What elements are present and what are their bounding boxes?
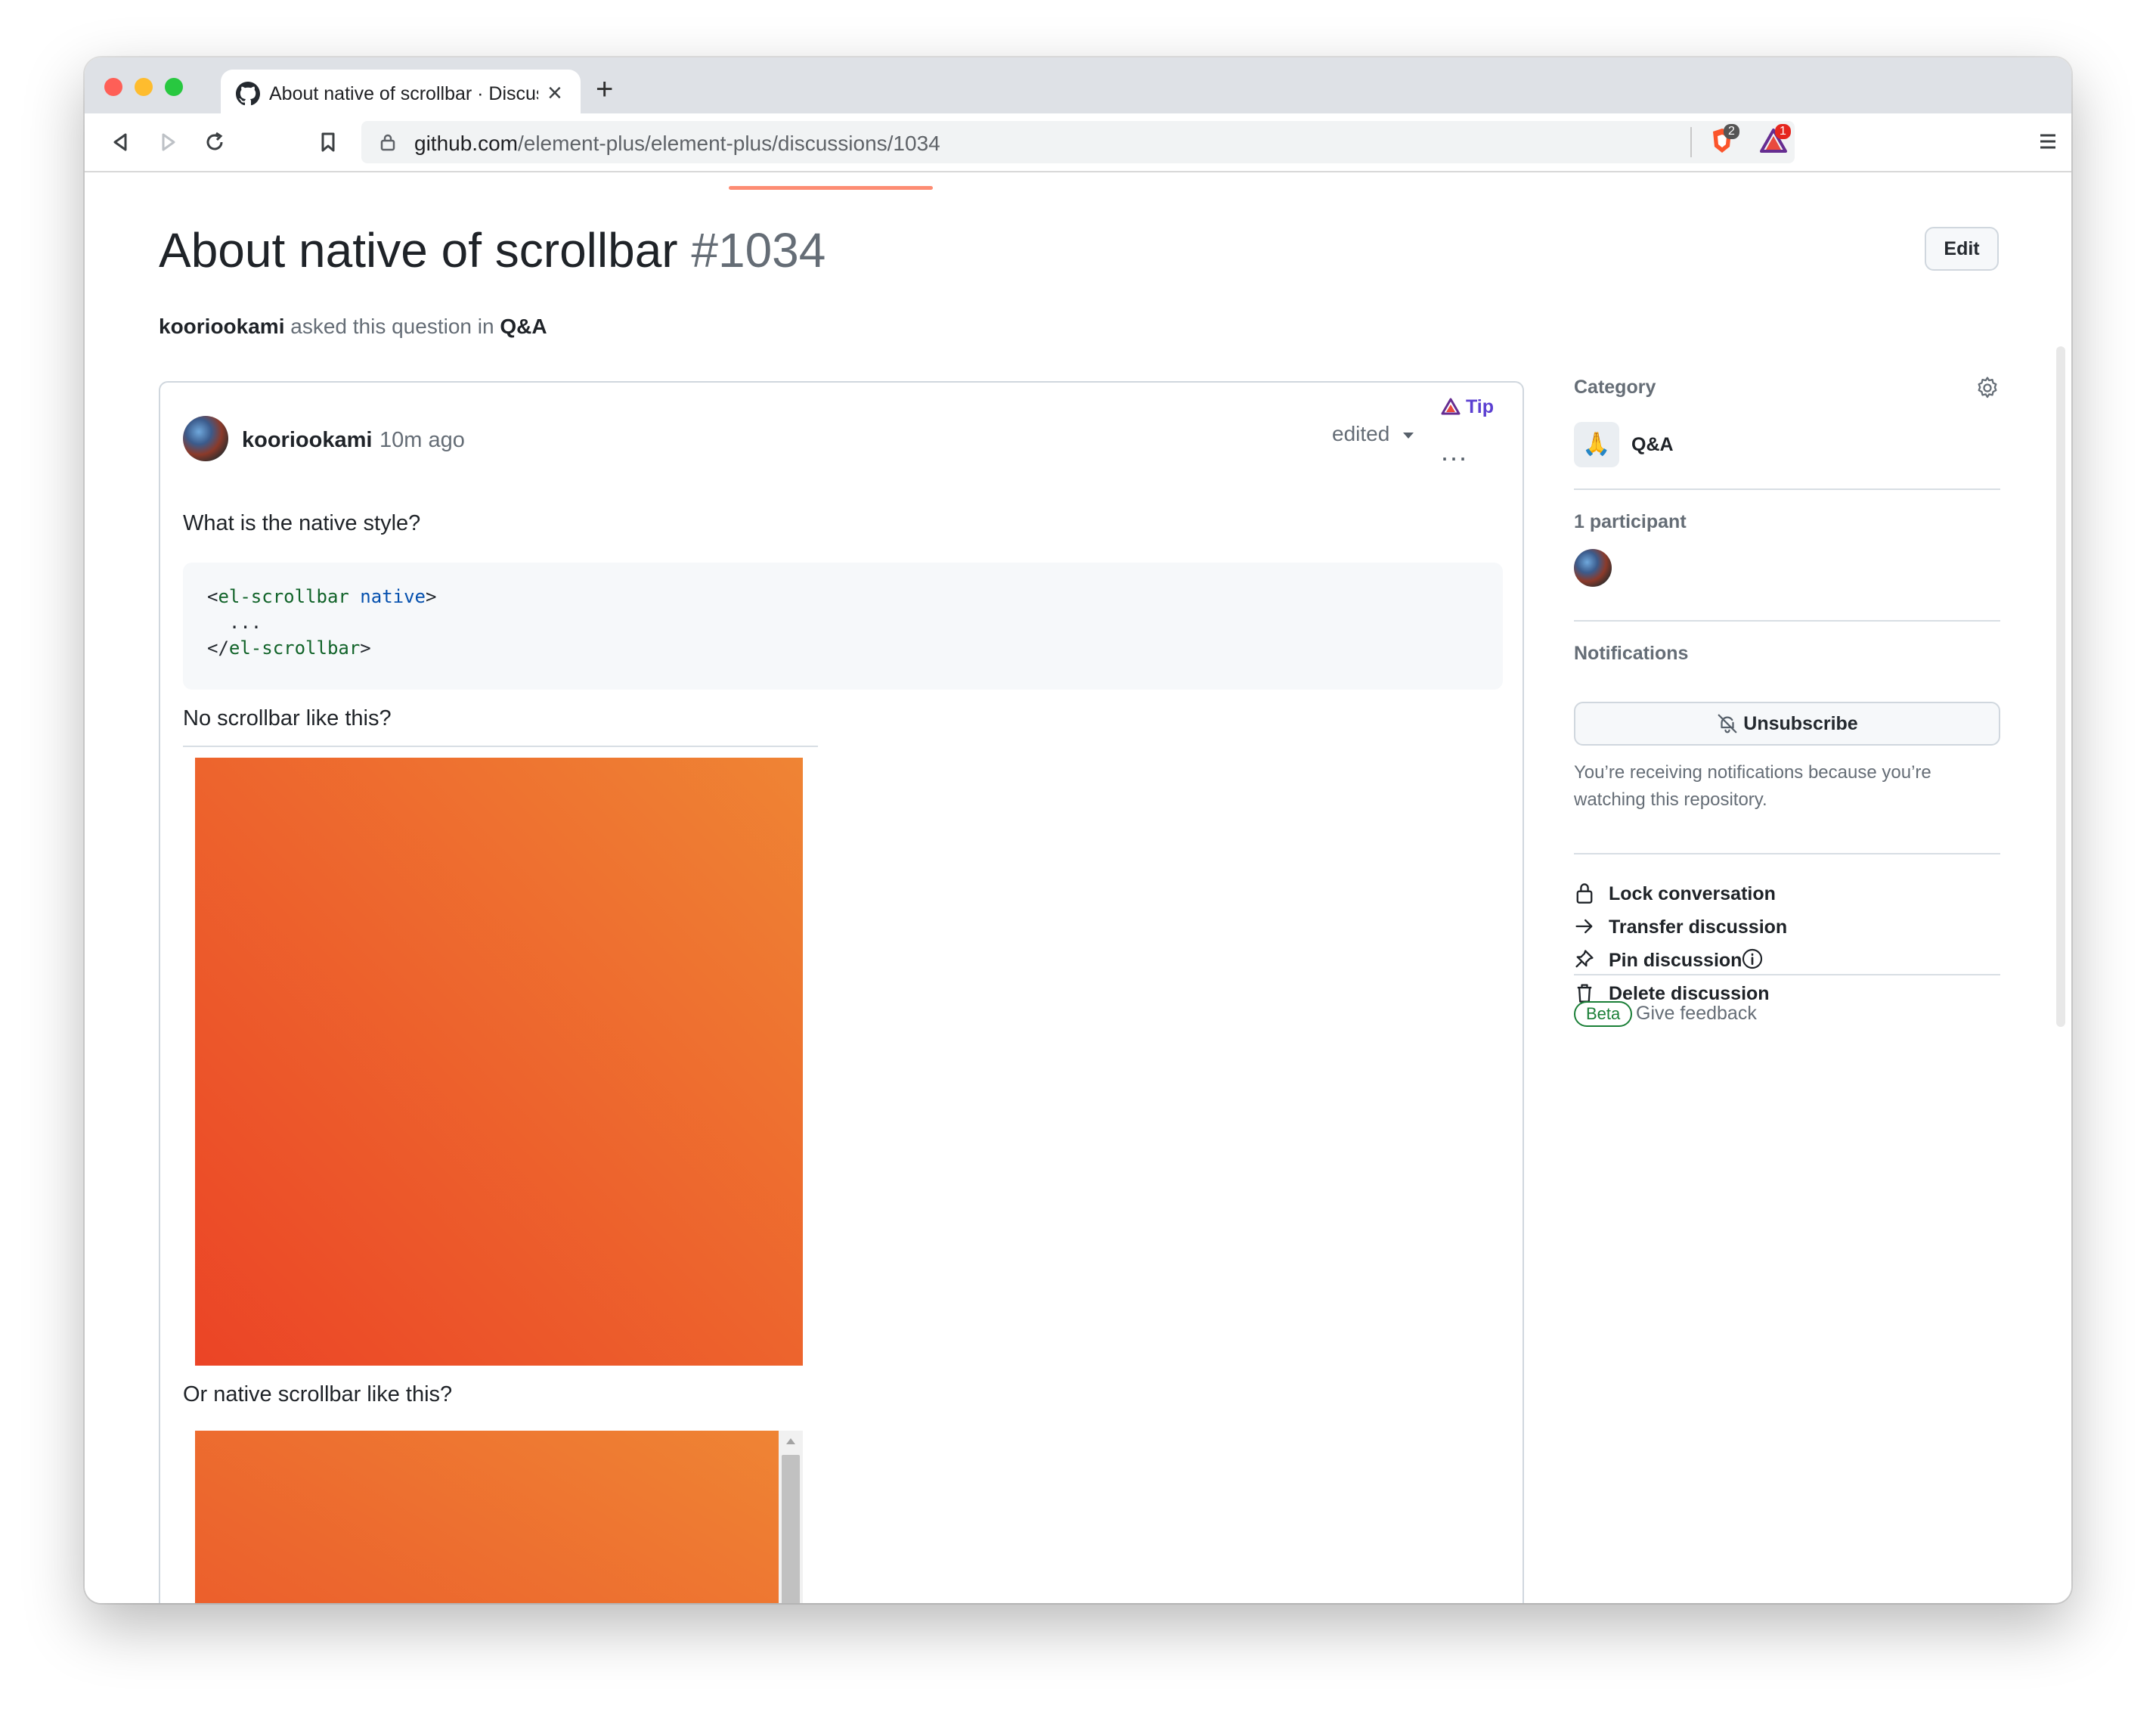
beta-badge: Beta <box>1574 1001 1633 1027</box>
lock-icon <box>1576 883 1593 904</box>
address-bar[interactable]: github.com/element-plus/element-plus/dis… <box>361 121 1795 163</box>
author-link[interactable]: kooriookami <box>242 428 372 453</box>
scrollbar-thumb[interactable] <box>782 1455 800 1603</box>
page-title: About native of scrollbar #1034 <box>159 223 826 278</box>
pin-icon <box>1575 950 1594 968</box>
lock-conversation-link[interactable]: Lock conversation <box>1574 879 2000 909</box>
maximize-window-button[interactable] <box>165 78 183 96</box>
category-name[interactable]: Q&A <box>1631 434 1674 456</box>
gradient-image-native-scrollbar <box>195 1431 803 1603</box>
category-heading: Category <box>1574 377 1656 398</box>
close-tab-icon[interactable]: × <box>547 79 562 108</box>
pin-discussion-link[interactable]: Pin discussion <box>1574 945 2000 975</box>
info-icon[interactable] <box>1740 947 1764 971</box>
participant-avatar[interactable] <box>1574 549 1612 587</box>
tab-title: About native of scrollbar · Discussion <box>269 83 538 104</box>
sidebar-divider <box>1574 620 2000 622</box>
discussion-meta: kooriookami asked this question in Q&A <box>159 315 547 338</box>
url-text: github.com/element-plus/element-plus/dis… <box>414 132 940 155</box>
chevron-down-icon <box>1403 432 1414 439</box>
new-tab-button[interactable]: + <box>596 73 613 106</box>
paragraph-no-scrollbar: No scrollbar like this? <box>183 706 392 730</box>
bat-icon <box>1441 398 1461 415</box>
close-window-button[interactable] <box>104 78 122 96</box>
tab-bar: About native of scrollbar · Discussion ×… <box>85 57 2071 115</box>
back-icon[interactable] <box>106 127 136 157</box>
question-text: What is the native style? <box>183 511 421 535</box>
avatar[interactable] <box>183 416 228 461</box>
active-tab-underline <box>729 186 933 190</box>
lock-icon <box>380 134 395 151</box>
divider <box>183 746 818 747</box>
give-feedback-link[interactable]: Give feedback <box>1636 1003 1757 1025</box>
category-emoji: 🙏 <box>1574 422 1619 467</box>
discussion-post: kooriookami 10m ago edited Tip ... What … <box>159 381 1524 1603</box>
timestamp[interactable]: 10m ago <box>379 428 465 453</box>
edit-title-button[interactable]: Edit <box>1925 227 1999 271</box>
scroll-up-arrow-icon[interactable] <box>786 1438 795 1444</box>
more-options-icon[interactable]: ... <box>1441 436 1468 467</box>
participants-heading: 1 participant <box>1574 511 1687 532</box>
transfer-discussion-link[interactable]: Transfer discussion <box>1574 912 2000 942</box>
asker-link[interactable]: kooriookami <box>159 315 284 338</box>
brave-shields-icon[interactable]: 2 <box>1707 124 1740 159</box>
page-content: About native of scrollbar #1034 Edit koo… <box>85 172 2071 1603</box>
arrow-right-icon <box>1575 919 1593 934</box>
category-link[interactable]: Q&A <box>500 315 547 338</box>
notifications-heading: Notifications <box>1574 643 1689 664</box>
toolbar-divider <box>1690 127 1692 157</box>
notification-note: You’re receiving notifications because y… <box>1574 762 1931 810</box>
edited-dropdown[interactable]: edited <box>1332 422 1414 446</box>
gradient-fill <box>195 1431 779 1603</box>
bookmark-icon[interactable] <box>313 127 343 157</box>
gradient-image-no-scrollbar <box>195 758 803 1366</box>
browser-tab[interactable]: About native of scrollbar · Discussion × <box>221 70 581 115</box>
browser-toolbar: github.com/element-plus/element-plus/dis… <box>85 113 2071 172</box>
sidebar-divider <box>1574 488 2000 490</box>
paragraph-native-scrollbar: Or native scrollbar like this? <box>183 1382 453 1406</box>
browser-window: About native of scrollbar · Discussion ×… <box>85 57 2071 1603</box>
reload-icon[interactable] <box>200 127 230 157</box>
brave-rewards-icon[interactable]: 1 <box>1758 124 1792 159</box>
github-icon <box>236 82 260 106</box>
unsubscribe-button[interactable]: Unsubscribe <box>1574 702 2000 746</box>
tip-button[interactable]: Tip <box>1441 396 1494 418</box>
sidebar-divider <box>1574 974 2000 975</box>
menu-icon[interactable] <box>2037 130 2059 153</box>
sidebar-divider <box>1574 853 2000 854</box>
page-scrollbar[interactable] <box>2056 346 2065 1027</box>
native-scrollbar[interactable] <box>779 1431 803 1603</box>
minimize-window-button[interactable] <box>135 78 153 96</box>
gear-icon[interactable] <box>1975 375 2000 401</box>
code-block: <el-scrollbar native> ... </el-scrollbar… <box>183 563 1503 690</box>
bell-slash-icon <box>1718 714 1737 733</box>
forward-icon[interactable] <box>153 127 183 157</box>
